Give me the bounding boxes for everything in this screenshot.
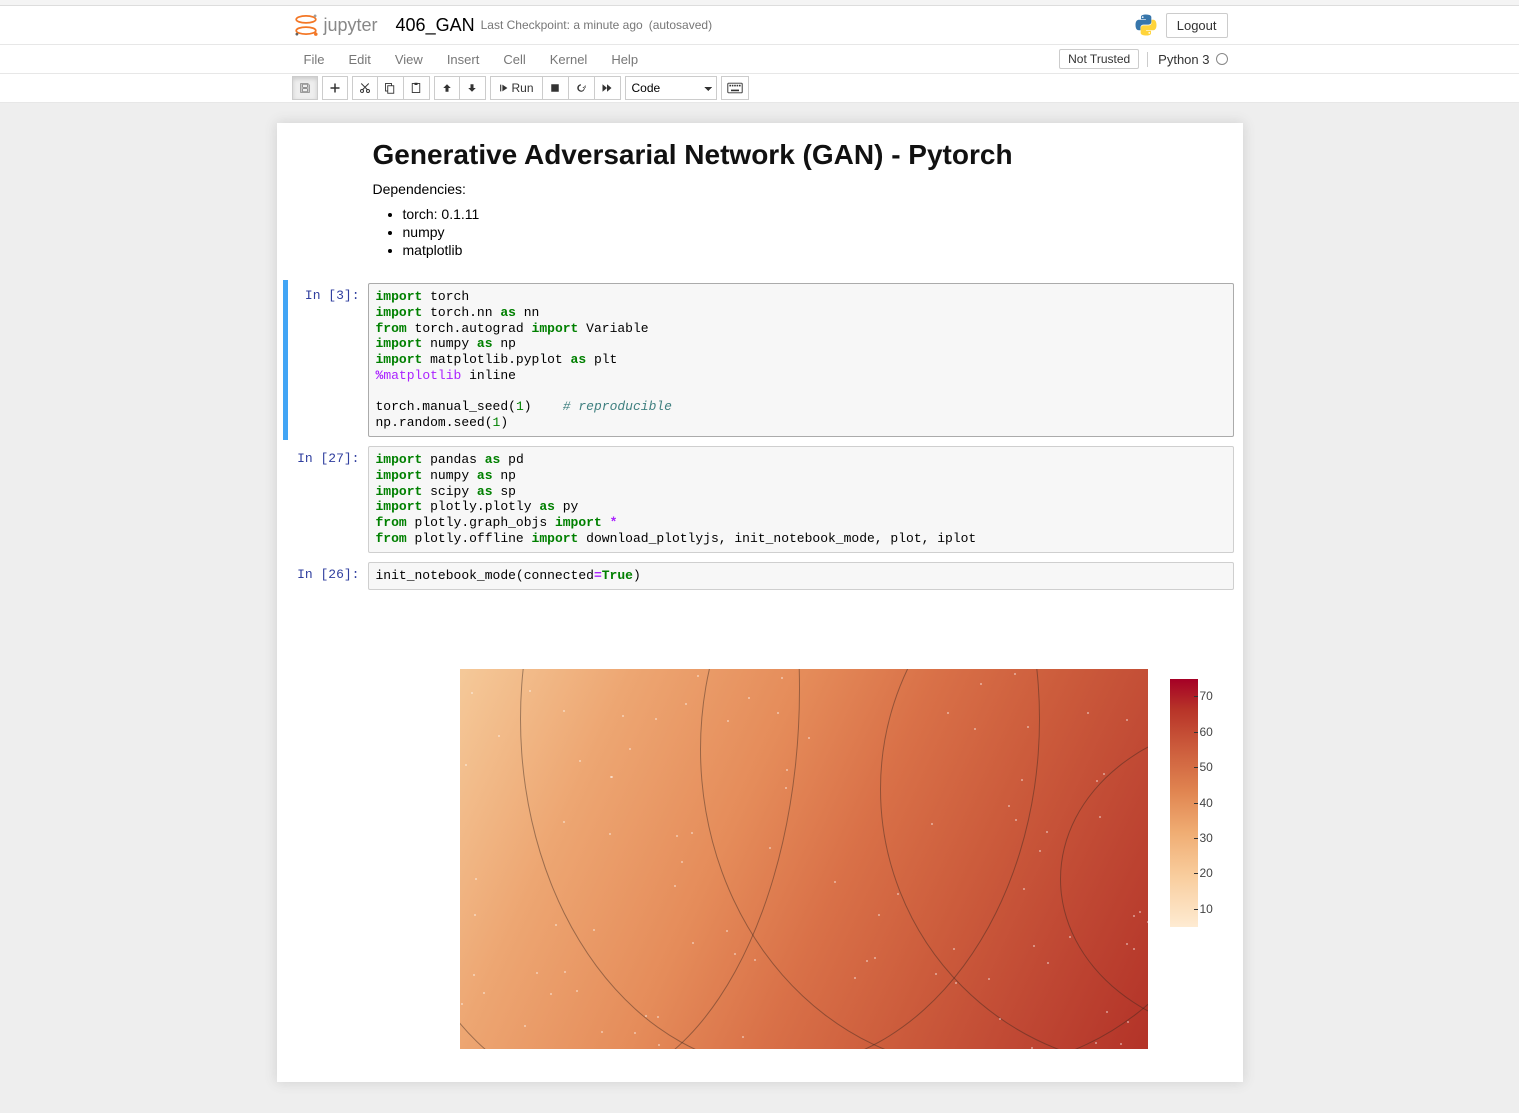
code-input[interactable]: import torch import torch.nn as nn from … — [369, 284, 1233, 436]
notebook-name[interactable]: 406_GAN — [396, 15, 475, 36]
python-icon — [1134, 13, 1158, 37]
move-down-button[interactable] — [460, 76, 486, 100]
command-palette-button[interactable] — [721, 76, 749, 100]
menu-insert[interactable]: Insert — [435, 48, 492, 71]
keyboard-icon — [727, 82, 743, 94]
input-prompt: In [27]: — [283, 446, 368, 553]
menu-view[interactable]: View — [383, 48, 435, 71]
trust-button[interactable]: Not Trusted — [1059, 49, 1139, 69]
move-up-button[interactable] — [434, 76, 460, 100]
paste-icon — [410, 82, 422, 94]
cut-icon — [359, 82, 371, 94]
logo-text: jupyter — [324, 15, 378, 36]
header: jupyter 406_GAN Last Checkpoint: a minut… — [0, 6, 1519, 45]
menu-edit[interactable]: Edit — [336, 48, 382, 71]
colorbar-tick: 20 — [1200, 866, 1213, 880]
kernel-name: Python 3 — [1158, 52, 1209, 67]
jupyter-icon — [292, 11, 320, 39]
fast-forward-icon — [601, 82, 613, 94]
deps-label: Dependencies: — [373, 181, 1232, 197]
colorbar-tick: 60 — [1200, 725, 1213, 739]
restart-button[interactable] — [569, 76, 595, 100]
input-prompt: In [3]: — [288, 283, 368, 437]
autosave-status: (autosaved) — [649, 18, 712, 32]
copy-icon — [384, 82, 396, 94]
run-icon — [499, 82, 508, 94]
paste-button[interactable] — [404, 76, 430, 100]
menu-help[interactable]: Help — [599, 48, 650, 71]
input-prompt: In [26]: — [283, 562, 368, 590]
notebook-area: Generative Adversarial Network (GAN) - P… — [0, 103, 1519, 1113]
restart-run-button[interactable] — [595, 76, 621, 100]
code-input[interactable]: init_notebook_mode(connected=True) — [369, 563, 1233, 589]
copy-button[interactable] — [378, 76, 404, 100]
code-cell[interactable]: In [27]: import pandas as pd import nump… — [283, 443, 1237, 556]
kernel-indicator: Python 3 — [1147, 52, 1227, 67]
markdown-cell[interactable]: Generative Adversarial Network (GAN) - P… — [283, 129, 1237, 277]
save-icon — [299, 82, 311, 94]
list-item: torch: 0.1.11 — [403, 206, 1232, 222]
notebook-title: Generative Adversarial Network (GAN) - P… — [373, 139, 1232, 171]
save-button[interactable] — [292, 76, 318, 100]
stop-icon — [549, 82, 561, 94]
cut-button[interactable] — [352, 76, 378, 100]
heatmap-plot[interactable]: 0.60.40.20−0.2−0.4 70605040302010 — [398, 669, 1158, 1049]
deps-list: torch: 0.1.11 numpy matplotlib — [373, 206, 1232, 258]
plus-icon — [329, 82, 341, 94]
cell-type-select[interactable]: Code — [625, 76, 717, 100]
restart-icon — [575, 82, 587, 94]
list-item: matplotlib — [403, 242, 1232, 258]
colorbar-tick: 40 — [1200, 796, 1213, 810]
arrow-down-icon — [466, 82, 478, 94]
menubar: File Edit View Insert Cell Kernel Help N… — [0, 45, 1519, 74]
jupyter-logo[interactable]: jupyter — [292, 11, 378, 39]
colorbar-tick: 70 — [1200, 689, 1213, 703]
output-cell: 0.60.40.20−0.2−0.4 70605040302010 — [283, 596, 1237, 1052]
toolbar: Run Code — [0, 74, 1519, 103]
logout-button[interactable]: Logout — [1166, 13, 1228, 38]
run-label: Run — [512, 81, 534, 95]
checkpoint-status: Last Checkpoint: a minute ago — [481, 18, 643, 32]
arrow-up-icon — [441, 82, 453, 94]
code-cell[interactable]: In [3]: import torch import torch.nn as … — [283, 280, 1237, 440]
stop-button[interactable] — [543, 76, 569, 100]
run-button[interactable]: Run — [490, 76, 543, 100]
code-input[interactable]: import pandas as pd import numpy as np i… — [369, 447, 1233, 552]
menu-kernel[interactable]: Kernel — [538, 48, 600, 71]
colorbar-tick: 10 — [1200, 902, 1213, 916]
colorbar-tick: 50 — [1200, 760, 1213, 774]
kernel-status-icon — [1216, 53, 1228, 65]
menu-file[interactable]: File — [292, 48, 337, 71]
code-cell[interactable]: In [26]: init_notebook_mode(connected=Tr… — [283, 559, 1237, 593]
list-item: numpy — [403, 224, 1232, 240]
colorbar-tick: 30 — [1200, 831, 1213, 845]
menu-cell[interactable]: Cell — [491, 48, 537, 71]
add-cell-button[interactable] — [322, 76, 348, 100]
